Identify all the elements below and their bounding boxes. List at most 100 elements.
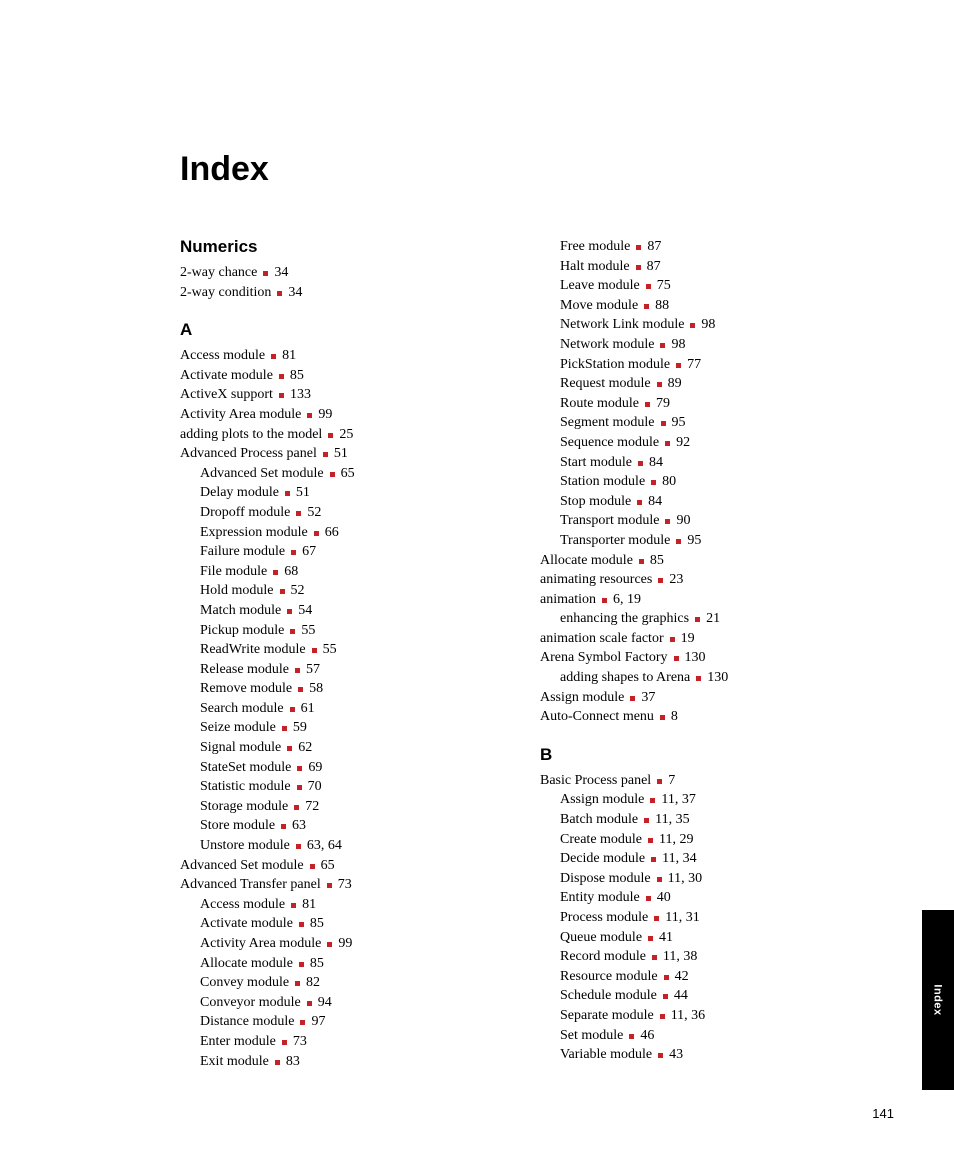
index-pages: 11, 38 [663, 947, 697, 967]
index-entry: Advanced Transfer panel73 [180, 875, 504, 895]
index-entry: Pickup module55 [180, 621, 504, 641]
index-entry: Sequence module92 [540, 433, 864, 453]
index-pages: 73 [338, 875, 352, 895]
square-bullet-icon [646, 284, 651, 289]
index-pages: 61 [301, 699, 315, 719]
index-entry: Activate module85 [180, 366, 504, 386]
index-term: Unstore module [200, 836, 290, 856]
index-term: adding plots to the model [180, 425, 322, 445]
index-pages: 75 [657, 276, 671, 296]
index-entry: Distance module97 [180, 1012, 504, 1032]
index-term: Activate module [180, 366, 273, 386]
index-entry: Store module63 [180, 816, 504, 836]
index-entry: adding plots to the model25 [180, 425, 504, 445]
index-term: Process module [560, 908, 648, 928]
index-entry: Auto-Connect menu8 [540, 707, 864, 727]
square-bullet-icon [664, 975, 669, 980]
index-term: Statistic module [200, 777, 291, 797]
index-entry: Hold module52 [180, 581, 504, 601]
index-entry: Advanced Set module65 [180, 856, 504, 876]
square-bullet-icon [648, 838, 653, 843]
index-pages: 65 [341, 464, 355, 484]
index-entry: Allocate module85 [540, 551, 864, 571]
index-entry: Create module11, 29 [540, 830, 864, 850]
index-term: Halt module [560, 257, 630, 277]
square-bullet-icon [660, 715, 665, 720]
index-pages: 11, 36 [671, 1006, 705, 1026]
square-bullet-icon [295, 668, 300, 673]
index-section-head: Numerics [180, 237, 504, 257]
square-bullet-icon [287, 609, 292, 614]
index-pages: 73 [293, 1032, 307, 1052]
index-pages: 84 [648, 492, 662, 512]
index-entry: Access module81 [180, 346, 504, 366]
index-term: Arena Symbol Factory [540, 648, 668, 668]
index-term: ActiveX support [180, 385, 273, 405]
page-number: 141 [872, 1106, 894, 1121]
index-term: Activity Area module [180, 405, 301, 425]
square-bullet-icon [280, 589, 285, 594]
index-entry: Dropoff module52 [180, 503, 504, 523]
square-bullet-icon [629, 1034, 634, 1039]
index-term: Hold module [200, 581, 274, 601]
index-term: Enter module [200, 1032, 276, 1052]
index-entry: Request module89 [540, 374, 864, 394]
index-term: Entity module [560, 888, 640, 908]
index-pages: 130 [685, 648, 706, 668]
index-pages: 87 [647, 257, 661, 277]
index-columns: Numerics2-way chance342-way condition34A… [180, 237, 864, 1071]
index-term: File module [200, 562, 267, 582]
index-entry: Storage module72 [180, 797, 504, 817]
index-term: Seize module [200, 718, 276, 738]
square-bullet-icon [639, 559, 644, 564]
index-term: Dropoff module [200, 503, 290, 523]
index-entry: animation6, 19 [540, 590, 864, 610]
index-pages: 94 [318, 993, 332, 1013]
index-entry: Route module79 [540, 394, 864, 414]
index-pages: 57 [306, 660, 320, 680]
index-term: Allocate module [200, 954, 293, 974]
index-term: Advanced Process panel [180, 444, 317, 464]
square-bullet-icon [670, 637, 675, 642]
index-entry: Entity module40 [540, 888, 864, 908]
index-pages: 8 [671, 707, 678, 727]
index-term: Expression module [200, 523, 308, 543]
index-pages: 67 [302, 542, 316, 562]
square-bullet-icon [637, 500, 642, 505]
square-bullet-icon [648, 936, 653, 941]
square-bullet-icon [287, 746, 292, 751]
index-entry: Free module87 [540, 237, 864, 257]
square-bullet-icon [299, 962, 304, 967]
index-term: Network Link module [560, 315, 684, 335]
index-pages: 46 [640, 1026, 654, 1046]
square-bullet-icon [665, 519, 670, 524]
index-entry: Schedule module44 [540, 986, 864, 1006]
square-bullet-icon [323, 452, 328, 457]
square-bullet-icon [275, 1060, 280, 1065]
index-entry: Decide module11, 34 [540, 849, 864, 869]
index-entry: Unstore module63, 64 [180, 836, 504, 856]
index-entry: Stop module84 [540, 492, 864, 512]
square-bullet-icon [314, 531, 319, 536]
square-bullet-icon [676, 363, 681, 368]
index-pages: 58 [309, 679, 323, 699]
index-term: Separate module [560, 1006, 654, 1026]
square-bullet-icon [285, 491, 290, 496]
square-bullet-icon [279, 393, 284, 398]
square-bullet-icon [298, 687, 303, 692]
index-pages: 98 [701, 315, 715, 335]
index-term: Segment module [560, 413, 655, 433]
index-pages: 19 [681, 629, 695, 649]
index-pages: 69 [308, 758, 322, 778]
index-pages: 23 [669, 570, 683, 590]
square-bullet-icon [279, 374, 284, 379]
index-entry: Signal module62 [180, 738, 504, 758]
index-entry: Record module11, 38 [540, 947, 864, 967]
index-term: Move module [560, 296, 638, 316]
index-entry: Advanced Set module65 [180, 464, 504, 484]
square-bullet-icon [674, 656, 679, 661]
index-pages: 21 [706, 609, 720, 629]
side-tab-label: Index [932, 984, 944, 1015]
index-entry: Conveyor module94 [180, 993, 504, 1013]
index-pages: 99 [318, 405, 332, 425]
